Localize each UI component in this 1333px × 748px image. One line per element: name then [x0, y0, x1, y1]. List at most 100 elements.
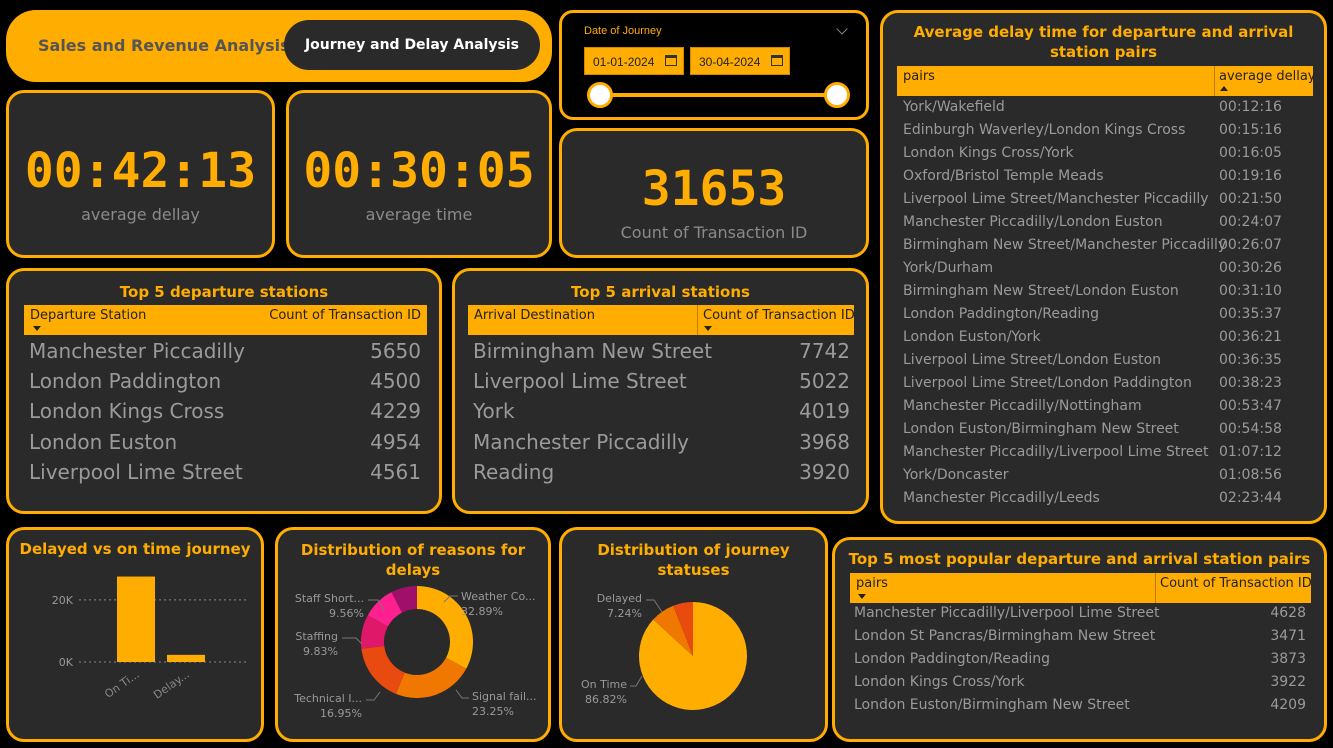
table-row[interactable]: Birmingham New Street 7742 — [473, 339, 850, 369]
delay-reasons-chart: Distribution of reasons for delays Weath… — [275, 527, 551, 742]
table-row[interactable]: York/Doncaster 01:08:56 — [903, 467, 1309, 490]
chevron-down-icon[interactable] — [836, 23, 848, 35]
column-header-arrival-destination[interactable]: Arrival Destination — [474, 308, 595, 323]
kpi-average-delay-card: 00:42:13 average dellay — [6, 90, 275, 258]
date-range-start-handle[interactable] — [587, 82, 613, 108]
kpi-average-time-value: 00:30:05 — [303, 143, 535, 199]
cell-value: 3471 — [1270, 628, 1306, 644]
cell-label: Liverpool Lime Street — [473, 369, 687, 394]
cell-label: Liverpool Lime Street — [29, 459, 243, 484]
cell-label: Manchester Piccadilly — [473, 429, 689, 454]
table-row[interactable]: Birmingham New Street/London Euston 00:31… — [903, 283, 1309, 306]
table-row[interactable]: Liverpool Lime Street/Manchester Piccadi… — [903, 191, 1309, 214]
sort-desc-icon[interactable] — [33, 326, 41, 331]
table-title: Top 5 departure stations — [119, 283, 329, 301]
cell-label: Liverpool Lime Street/Manchester Piccadi… — [903, 191, 1209, 207]
leader-line — [366, 691, 381, 701]
table-row[interactable]: Reading 3920 — [473, 460, 850, 490]
cell-value: 3873 — [1270, 651, 1306, 667]
slice-percent: 23.25% — [472, 705, 514, 718]
pie-slice[interactable] — [361, 645, 405, 694]
column-header-pairs[interactable]: pairs — [903, 69, 935, 84]
cell-label: Manchester Piccadilly/Liverpool Lime Str… — [903, 444, 1209, 460]
end-date-input[interactable]: 30-04-2024 — [690, 47, 790, 75]
kpi-average-delay-label: average dellay — [81, 205, 200, 224]
table-row[interactable]: Birmingham New Street/Manchester Piccadi… — [903, 237, 1309, 260]
table-row[interactable]: Oxford/Bristol Temple Meads 00:19:16 — [903, 168, 1309, 191]
table-row[interactable]: Manchester Piccadilly/Leeds 02:23:44 — [903, 490, 1309, 513]
cell-value: 3968 — [799, 429, 850, 454]
date-range-end-handle[interactable] — [824, 82, 850, 108]
column-divider — [697, 305, 698, 335]
bar[interactable] — [117, 576, 155, 662]
table-row[interactable]: London Euston/Birmingham New Street 00:54… — [903, 421, 1309, 444]
x-tick-label: Delay... — [151, 668, 192, 702]
cell-label: Birmingham New Street — [473, 339, 713, 363]
table-row[interactable]: London Euston/Birmingham New Street 4209 — [854, 697, 1306, 720]
table-row[interactable]: York 4019 — [473, 399, 850, 429]
cell-label: London Paddington/Reading — [854, 651, 1051, 667]
table-row[interactable]: Manchester Piccadilly/Liverpool Lime Str… — [854, 605, 1306, 628]
sort-desc-icon[interactable] — [858, 594, 866, 599]
start-date-input[interactable]: 01-01-2024 — [584, 47, 684, 75]
column-header-count[interactable]: Count of Transaction ID — [269, 308, 421, 323]
table-row[interactable]: London Euston/York 00:36:21 — [903, 329, 1309, 352]
table-row[interactable]: Liverpool Lime Street/London Euston 00:36… — [903, 352, 1309, 375]
table-row[interactable]: Manchester Piccadilly/Liverpool Lime Str… — [903, 444, 1309, 467]
tab-sales-revenue[interactable]: Sales and Revenue Analysis — [38, 36, 290, 55]
cell-label: Manchester Piccadilly/Leeds — [903, 490, 1100, 506]
cell-label: London Kings Cross/York — [903, 145, 1074, 161]
cell-label: York/Doncaster — [903, 467, 1009, 483]
cell-label: Oxford/Bristol Temple Meads — [903, 168, 1104, 184]
column-header-departure-station[interactable]: Departure Station — [30, 308, 146, 323]
calendar-icon[interactable] — [771, 55, 783, 66]
cell-label: London Paddington/Reading — [903, 306, 1100, 322]
table-row[interactable]: Manchester Piccadilly 5650 — [29, 339, 421, 369]
table-row[interactable]: London Kings Cross 4229 — [29, 399, 421, 429]
table-row[interactable]: Liverpool Lime Street 4561 — [29, 460, 421, 490]
cell-label: Liverpool Lime Street/London Paddington — [903, 375, 1192, 391]
cell-label: London St Pancras/Birmingham New Street — [854, 628, 1156, 644]
table-row[interactable]: London Euston 4954 — [29, 430, 421, 460]
cell-value: 00:54:58 — [1219, 421, 1282, 437]
table-row[interactable]: London Kings Cross/York 3922 — [854, 674, 1306, 697]
column-header-pairs[interactable]: pairs — [856, 576, 888, 591]
column-header-count[interactable]: Count of Transaction ID — [703, 308, 855, 323]
bar[interactable] — [167, 654, 205, 662]
cell-value: 4209 — [1270, 697, 1306, 713]
popular-pairs-table: Top 5 most popular departure and arrival… — [832, 537, 1327, 742]
column-header-average-delay[interactable]: average dellay — [1219, 69, 1315, 84]
table-title: Top 5 arrival stations — [571, 283, 750, 301]
table-row[interactable]: London Paddington/Reading 3873 — [854, 651, 1306, 674]
table-row[interactable]: Manchester Piccadilly/London Euston 00:24… — [903, 214, 1309, 237]
sort-asc-icon[interactable] — [1220, 86, 1228, 91]
table-row[interactable]: York/Wakefield 00:12:16 — [903, 99, 1309, 122]
calendar-icon[interactable] — [665, 55, 677, 66]
table-row[interactable]: Manchester Piccadilly 3968 — [473, 430, 850, 460]
table-row[interactable]: London St Pancras/Birmingham New Street 3… — [854, 628, 1306, 651]
table-row[interactable]: Liverpool Lime Street/London Paddington 0… — [903, 375, 1309, 398]
table-row[interactable]: London Kings Cross/York 00:16:05 — [903, 145, 1309, 168]
leader-line — [342, 637, 363, 645]
table-row[interactable]: York/Durham 00:30:26 — [903, 260, 1309, 283]
table-body: Birmingham New Street 7742 Liverpool Lime … — [473, 339, 850, 499]
cell-value: 3920 — [799, 459, 850, 484]
cell-value: 00:30:26 — [1219, 260, 1282, 276]
pie-slice[interactable] — [395, 657, 467, 698]
leader-line — [455, 689, 469, 699]
column-divider — [1214, 66, 1215, 96]
top-departure-stations-table: Top 5 departure stations Departure Stati… — [6, 268, 442, 514]
table-row[interactable]: London Paddington/Reading 00:35:37 — [903, 306, 1309, 329]
table-row[interactable]: London Paddington 4500 — [29, 369, 421, 399]
leader-line — [646, 599, 663, 613]
column-header-count[interactable]: Count of Transaction ID — [1160, 576, 1312, 591]
sort-desc-icon[interactable] — [704, 326, 712, 331]
chart-title: Delayed vs on time journey — [19, 540, 251, 558]
table-row[interactable]: Edinburgh Waverley/London Kings Cross 00:… — [903, 122, 1309, 145]
cell-value: 4628 — [1270, 605, 1306, 621]
tab-journey-delay-label: Journey and Delay Analysis — [304, 37, 520, 53]
tab-journey-delay[interactable]: Journey and Delay Analysis — [284, 20, 540, 70]
cell-label: London Euston/York — [903, 329, 1041, 345]
table-row[interactable]: Liverpool Lime Street 5022 — [473, 369, 850, 399]
table-row[interactable]: Manchester Piccadilly/Nottingham 00:53:47 — [903, 398, 1309, 421]
